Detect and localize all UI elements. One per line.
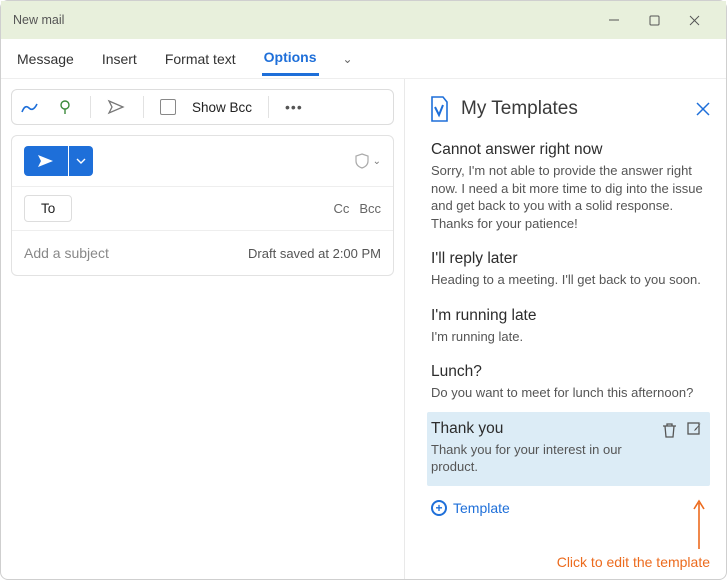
window-title: New mail (13, 13, 64, 27)
send-later-icon[interactable] (107, 99, 127, 115)
templates-panel: My Templates Cannot answer right now Sorr… (404, 79, 726, 579)
title-bar: New mail (1, 1, 726, 39)
tab-message[interactable]: Message (15, 43, 76, 75)
tab-insert[interactable]: Insert (100, 43, 139, 75)
annotation-text: Click to edit the template (557, 554, 710, 570)
subject-row: Add a subject Draft saved at 2:00 PM (12, 230, 393, 275)
separator (143, 96, 144, 118)
annotation-arrow (692, 499, 706, 549)
add-template-label: Template (453, 500, 510, 516)
template-item[interactable]: I'll reply later Heading to a meeting. I'… (427, 242, 710, 299)
options-ribbon: Show Bcc ••• (11, 89, 394, 125)
separator (90, 96, 91, 118)
send-button[interactable] (24, 146, 68, 176)
template-title: I'll reply later (431, 250, 706, 268)
message-card: ⌄ To Cc Bcc Add a subject Draft saved at… (11, 135, 394, 276)
window-controls (594, 5, 714, 35)
cc-button[interactable]: Cc (333, 201, 349, 216)
tab-format-text[interactable]: Format text (163, 43, 238, 75)
template-body: Thank you for your interest in our produ… (431, 441, 660, 476)
template-title: Thank you (431, 420, 660, 438)
delete-template-icon[interactable] (662, 422, 677, 438)
template-item[interactable]: Cannot answer right now Sorry, I'm not ab… (427, 133, 710, 242)
subject-input[interactable]: Add a subject (24, 245, 248, 261)
show-bcc-label: Show Bcc (192, 100, 252, 115)
templates-icon (427, 95, 451, 123)
send-dropdown[interactable] (69, 146, 93, 176)
tabs-overflow-button[interactable]: ⌄ (343, 52, 353, 66)
template-item[interactable]: I'm running late I'm running late. (427, 299, 710, 356)
minimize-button[interactable] (594, 5, 634, 35)
compose-pane: Show Bcc ••• ⌄ To Cc Bcc (1, 79, 404, 579)
panel-header: My Templates (427, 95, 710, 123)
recipients-row: To Cc Bcc (12, 186, 393, 230)
template-item[interactable]: Thank you Thank you for your interest in … (427, 412, 710, 486)
template-body: I'm running late. (431, 328, 706, 346)
bcc-button[interactable]: Bcc (359, 201, 381, 216)
encryption-dropdown[interactable]: ⌄ (373, 156, 381, 167)
template-body: Do you want to meet for lunch this after… (431, 384, 706, 402)
template-list: Cannot answer right now Sorry, I'm not ab… (427, 133, 710, 486)
separator (268, 96, 269, 118)
template-body: Heading to a meeting. I'll get back to y… (431, 271, 706, 289)
encryption-icon[interactable] (355, 153, 369, 169)
send-row: ⌄ (12, 136, 393, 186)
template-title: Lunch? (431, 363, 706, 381)
draft-status: Draft saved at 2:00 PM (248, 246, 381, 261)
template-title: I'm running late (431, 307, 706, 325)
tab-options[interactable]: Options (262, 41, 319, 76)
to-button[interactable]: To (24, 195, 72, 222)
template-item[interactable]: Lunch? Do you want to meet for lunch this… (427, 355, 710, 412)
maximize-button[interactable] (634, 5, 674, 35)
close-button[interactable] (674, 5, 714, 35)
template-body: Sorry, I'm not able to provide the answe… (431, 162, 706, 232)
sensitivity-icon[interactable] (56, 98, 74, 116)
add-template-button[interactable]: + Template (427, 486, 710, 530)
show-bcc-checkbox[interactable] (160, 99, 176, 115)
panel-close-button[interactable] (696, 102, 710, 116)
template-title: Cannot answer right now (431, 141, 706, 159)
ribbon-tabs: Message Insert Format text Options ⌄ (1, 39, 726, 79)
signature-icon[interactable] (20, 98, 40, 116)
panel-title: My Templates (461, 98, 578, 120)
more-options-button[interactable]: ••• (285, 99, 303, 115)
plus-icon: + (431, 500, 447, 516)
edit-template-icon[interactable] (687, 422, 702, 438)
